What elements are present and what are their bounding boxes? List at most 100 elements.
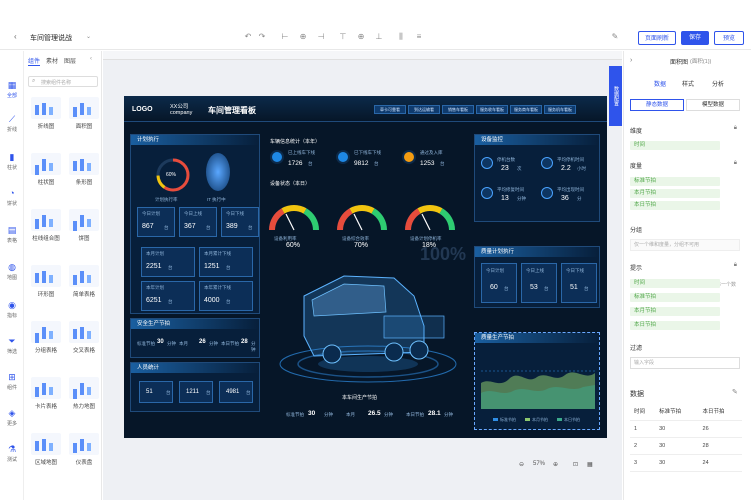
rail-item-component[interactable]: ⊞ 组件 <box>2 371 22 392</box>
rail-item-filter[interactable]: ⏷ 筛选 <box>2 335 22 356</box>
table-row: 3 30 24 <box>630 454 742 472</box>
legend-swatch <box>493 418 498 421</box>
align-left-icon[interactable]: ⊢ <box>280 32 290 42</box>
chevron-down-icon[interactable]: ⌄ <box>86 33 91 40</box>
tab-components[interactable]: 组件 <box>28 56 41 66</box>
test-icon: ⚗ <box>7 443 17 454</box>
dashboard-nav-button[interactable]: 服务商车看板 <box>510 105 542 114</box>
tooltip-field[interactable]: 本月节拍 <box>630 307 720 316</box>
quality-box: 今日计划 60 台 <box>481 263 517 303</box>
distribute-h-icon[interactable]: ⫼ <box>396 32 406 42</box>
component-item[interactable]: 条形图 <box>68 153 100 186</box>
rail-item-map[interactable]: ◍ 地图 <box>2 261 22 282</box>
component-item[interactable]: 折线图 <box>30 97 62 130</box>
component-label: 分组表格 <box>34 348 57 354</box>
edit-icon[interactable]: ✎ <box>732 388 738 396</box>
measure-field[interactable]: 本月节拍 <box>630 189 720 198</box>
component-thumbnail <box>69 321 99 343</box>
save-button[interactable]: 保存 <box>681 31 709 45</box>
component-item[interactable]: 卡片表格 <box>30 377 62 410</box>
component-item[interactable]: 柱状图 <box>30 153 62 186</box>
tab-assets[interactable]: 素材 <box>46 56 58 65</box>
dashboard-preview[interactable]: LOGO XX公司 company 车间管理看板 車卡可靠看 到达运输看 销售车看板… <box>124 96 607 438</box>
dashboard-nav-button[interactable]: 車卡可靠看 <box>374 105 406 114</box>
stat-value: 367 <box>184 223 196 230</box>
tooltip-field[interactable]: 标准节拍 <box>630 293 720 302</box>
cube-icon: ◈ <box>8 407 16 418</box>
dim-field[interactable]: 时间 <box>630 141 720 150</box>
filter-icon: ⏷ <box>8 335 16 346</box>
lock-icon[interactable]: 🔒︎ <box>734 125 737 132</box>
chevron-right-icon[interactable]: › <box>630 57 632 64</box>
dashboard-nav-button[interactable]: 销售车看板 <box>442 105 474 114</box>
tab-style[interactable]: 样式 <box>682 79 694 88</box>
search-input[interactable]: ⌕ 搜索组件名称 <box>28 76 98 87</box>
component-thumbnail <box>31 265 61 287</box>
rail-item-bar[interactable]: ▮ 柱状 <box>2 151 22 172</box>
group-input[interactable]: 仅一个维和度量，分组不可用 <box>630 239 740 251</box>
undo-icon[interactable]: ↶ <box>243 32 253 42</box>
measure-field[interactable]: 标准节拍 <box>630 177 720 186</box>
align-center-h-icon[interactable]: ⊕ <box>298 32 308 42</box>
equip-unit: 分钟 <box>517 196 526 201</box>
preview-button[interactable]: 预览 <box>714 31 744 45</box>
refresh-button[interactable]: 页面刷新 <box>638 31 676 45</box>
component-item[interactable]: 简单表格 <box>68 265 100 298</box>
rail-item-pie[interactable]: ◔ 饼状 <box>2 187 22 207</box>
component-label: 简单表格 <box>72 292 95 298</box>
component-item[interactable]: 仪表盘 <box>68 433 100 466</box>
table-cell: 3 <box>630 454 656 472</box>
zoom-control[interactable]: ⊖ 57% ⊕ ⊡ ▦ <box>515 459 615 471</box>
tab-layers[interactable]: 图层 <box>64 56 76 65</box>
stat-box: 本年累计下线 4000 台 <box>199 281 253 311</box>
component-item[interactable]: 柱线组合图 <box>30 209 62 242</box>
align-top-icon[interactable]: ⊤ <box>338 32 348 42</box>
component-item[interactable]: 区域地图 <box>30 433 62 466</box>
tooltip-field[interactable]: 本日节拍 <box>630 321 720 330</box>
distribute-v-icon[interactable]: ≡ <box>414 32 424 42</box>
tooltip-field[interactable]: 时间 <box>630 279 720 288</box>
rail-item-table[interactable]: ▤ 表格 <box>2 224 22 245</box>
align-middle-icon[interactable]: ⊕ <box>356 32 366 42</box>
rail-item-indicator[interactable]: ◉ 指标 <box>2 299 22 320</box>
pen-icon[interactable]: ✎ <box>610 32 620 42</box>
dashboard-nav-button[interactable]: 服务机车看板 <box>544 105 576 114</box>
area-chart-panel[interactable]: 质量生产节拍 标准节拍 本月节拍 本日节拍 <box>474 332 600 430</box>
tab-analysis[interactable]: 分析 <box>712 79 724 88</box>
tab-data[interactable]: 数据 <box>654 79 666 88</box>
component-item[interactable]: 热力地图 <box>68 377 100 410</box>
grid-toggle-icon[interactable]: ▦ <box>587 461 593 468</box>
model-data-tab[interactable]: 模型数据 <box>686 99 740 111</box>
component-item[interactable]: 环形图 <box>30 265 62 298</box>
fit-screen-icon[interactable]: ⊡ <box>573 461 578 468</box>
data-config-tab[interactable]: 数据配置 <box>609 66 622 126</box>
align-bottom-icon[interactable]: ⊥ <box>374 32 384 42</box>
dashboard-nav-button[interactable]: 到达运输看 <box>408 105 440 114</box>
rail-item-line[interactable]: ⟋ 折线 <box>2 113 22 134</box>
component-label: 柱状图 <box>37 180 55 186</box>
lock-icon[interactable]: 🔒︎ <box>734 160 737 167</box>
component-item[interactable]: 面积图 <box>68 97 100 130</box>
dashboard-nav-button[interactable]: 服务收车看板 <box>476 105 508 114</box>
rail-item-test[interactable]: ⚗ 测试 <box>2 443 22 464</box>
zoom-out-icon[interactable]: ⊖ <box>519 461 524 468</box>
takt-label: 本月 <box>179 341 188 346</box>
lock-icon[interactable]: 🔒︎ <box>734 262 737 269</box>
measure-field[interactable]: 本日节拍 <box>630 201 720 210</box>
chevron-left-icon[interactable]: ‹ <box>14 32 17 41</box>
align-right-icon[interactable]: ⊣ <box>316 32 326 42</box>
collapse-icon[interactable]: ‹ <box>90 56 92 62</box>
component-item[interactable]: 交叉表格 <box>68 321 100 354</box>
rail-item-more[interactable]: ◈ 更多 <box>2 407 22 428</box>
redo-icon[interactable]: ↷ <box>257 32 267 42</box>
rail-item-all[interactable]: ▦ 全部 <box>2 79 22 100</box>
people-value: 1211 <box>186 389 199 395</box>
filter-input[interactable]: 输入字段 <box>630 357 740 369</box>
stat-label: 今日下线 <box>226 211 244 216</box>
component-item[interactable]: 饼图 <box>68 209 100 242</box>
zoom-in-icon[interactable]: ⊕ <box>553 461 558 468</box>
stat-unit: 台 <box>168 299 173 304</box>
static-data-tab[interactable]: 静态数据 <box>630 99 684 111</box>
stat-value: 389 <box>226 223 238 230</box>
component-item[interactable]: 分组表格 <box>30 321 62 354</box>
